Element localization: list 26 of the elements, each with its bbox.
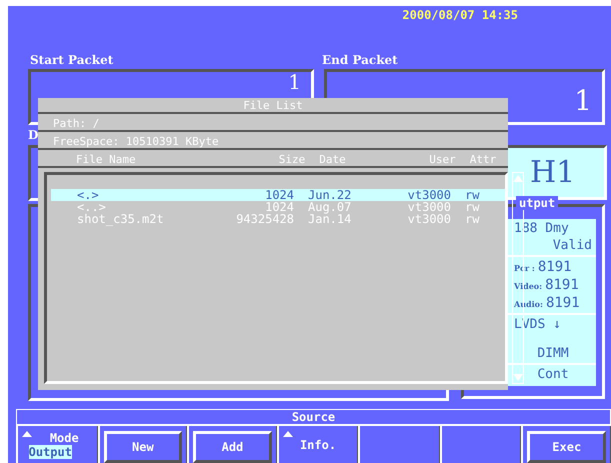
reading-label: Audio: [514, 299, 543, 310]
reading-value: 8191 [546, 295, 580, 312]
status-text: Valid [552, 238, 592, 254]
reading-value: 8191 [545, 277, 579, 294]
softkey-button[interactable]: Exec [527, 431, 606, 463]
status-text: Cont [537, 367, 569, 382]
softkey-button[interactable]: New [104, 431, 182, 463]
up-arrow-icon [22, 431, 32, 438]
panel-title: utput [516, 196, 558, 210]
empty-softkey[interactable] [358, 426, 440, 463]
file-row[interactable]: <.> 1024 Jun.22 vt3000 rw [51, 189, 505, 201]
up-arrow-icon [282, 431, 293, 438]
info-menu[interactable]: Info. [276, 426, 358, 463]
mode-selector[interactable]: Mode Output [16, 426, 98, 463]
empty-softkey[interactable] [440, 426, 522, 463]
clock-text: 2000/08/07 14:35 [402, 8, 518, 24]
status-text: DIMM [537, 346, 569, 362]
bar-title: Source [292, 410, 336, 424]
reading-value: 8191 [538, 259, 572, 276]
field-label: End Packet [322, 53, 398, 68]
field-label: Start Packet [30, 53, 114, 68]
softkey-button[interactable]: Add [193, 431, 272, 463]
status-text: LVDS ↓ [514, 317, 561, 332]
field-label: D [28, 128, 38, 142]
reading-label: Video: [514, 281, 542, 292]
reading-label: Pcr : [514, 263, 535, 274]
